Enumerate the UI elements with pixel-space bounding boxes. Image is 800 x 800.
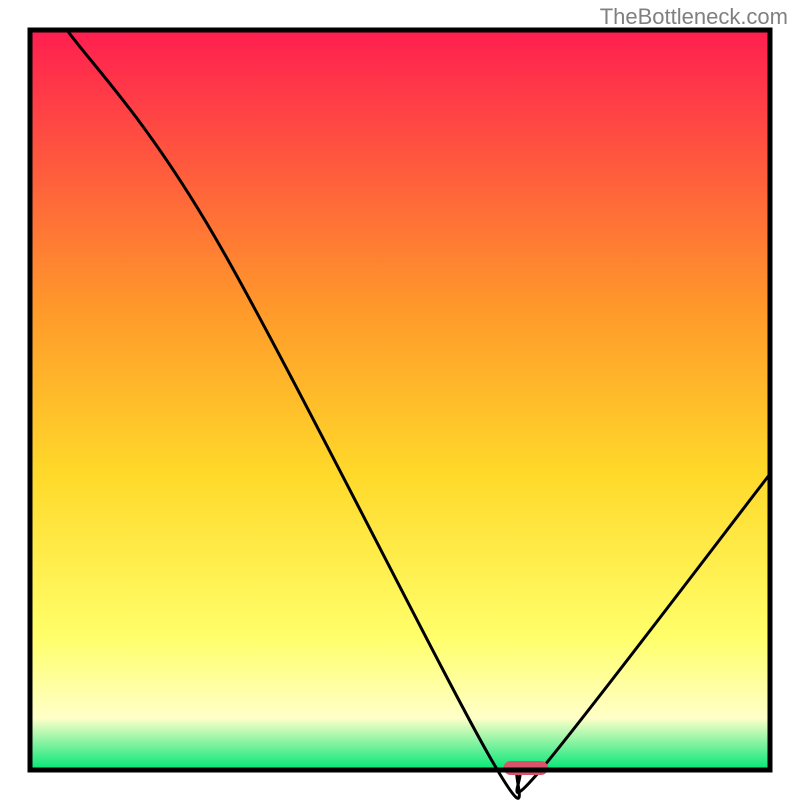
bottleneck-chart: TheBottleneck.com bbox=[0, 0, 800, 800]
gradient-background bbox=[30, 30, 770, 770]
chart-svg bbox=[0, 0, 800, 800]
watermark-text: TheBottleneck.com bbox=[600, 4, 788, 30]
